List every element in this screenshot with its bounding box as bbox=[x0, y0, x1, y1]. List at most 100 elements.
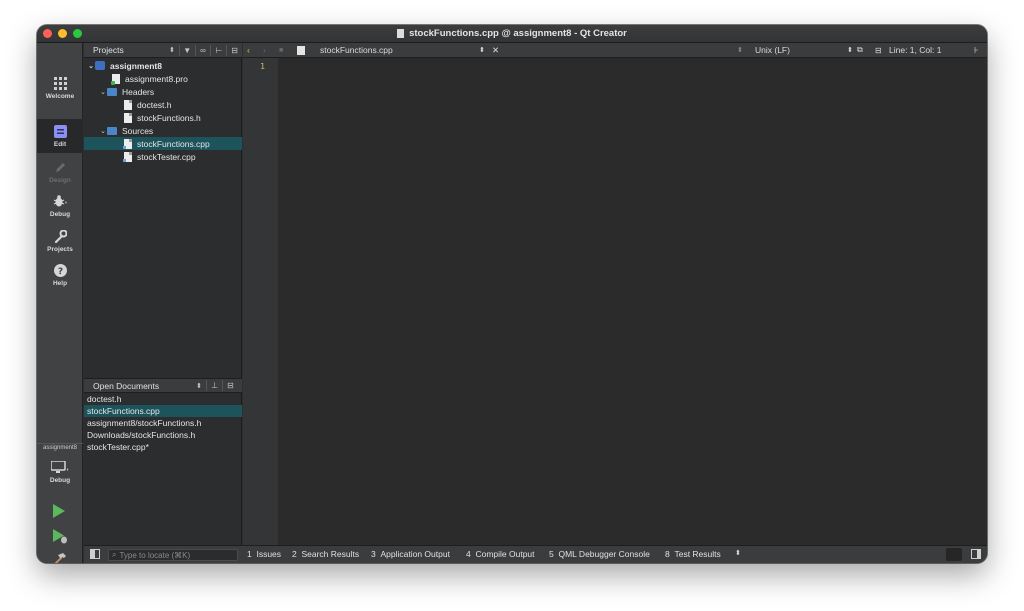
header-file-icon bbox=[124, 112, 132, 123]
mode-selector: Welcome Edit Design Debug Projects ? Hel… bbox=[37, 43, 83, 563]
debug-run-icon bbox=[53, 529, 67, 544]
tree-item-file[interactable]: stockTester.cpp bbox=[84, 150, 242, 163]
output-tab-compile-output[interactable]: 4 Compile Output bbox=[466, 549, 535, 559]
tree-item-file-selected[interactable]: stockFunctions.cpp bbox=[84, 137, 242, 150]
symbols-dropdown-icon[interactable]: ⬍ bbox=[737, 46, 743, 54]
link-icon[interactable]: ∞ bbox=[194, 44, 211, 56]
mode-label: Welcome bbox=[45, 92, 75, 100]
window-title: stockFunctions.cpp @ assignment8 - Qt Cr… bbox=[409, 28, 627, 39]
split-icon[interactable]: ⊢ bbox=[210, 44, 226, 56]
tree-item-label: Headers bbox=[122, 86, 155, 97]
mode-label: Design bbox=[49, 176, 71, 184]
hammer-icon bbox=[54, 553, 66, 563]
mode-debug[interactable]: Debug bbox=[37, 189, 83, 223]
close-pane-icon[interactable]: ⊟ bbox=[222, 380, 238, 391]
qt-creator-window: stockFunctions.cpp @ assignment8 - Qt Cr… bbox=[37, 25, 987, 563]
svg-text:?: ? bbox=[57, 267, 62, 277]
mode-label: Projects bbox=[47, 245, 73, 253]
open-document-item[interactable]: stockTester.cpp* bbox=[84, 441, 242, 453]
project-icon bbox=[95, 61, 105, 70]
mode-projects[interactable]: Projects bbox=[37, 224, 83, 258]
locator-placeholder: Type to locate (⌘K) bbox=[119, 550, 191, 560]
tree-item-label: stockFunctions.cpp bbox=[137, 138, 210, 149]
line-number-gutter: 1 bbox=[243, 58, 278, 545]
tree-item-label: assignment8.pro bbox=[125, 73, 188, 84]
kit-project-label: assignment8 bbox=[42, 445, 78, 451]
window-title-group: stockFunctions.cpp @ assignment8 - Qt Cr… bbox=[397, 28, 627, 39]
chevron-down-icon[interactable]: ⌄ bbox=[99, 127, 107, 135]
output-tab-search-results[interactable]: 2 Search Results bbox=[292, 549, 359, 559]
title-bar: stockFunctions.cpp @ assignment8 - Qt Cr… bbox=[37, 25, 987, 43]
open-document-item[interactable]: doctest.h bbox=[84, 393, 242, 405]
output-tab-qml-debugger-console[interactable]: 5 QML Debugger Console bbox=[549, 549, 650, 559]
locator-input[interactable]: ⌕ Type to locate (⌘K) bbox=[108, 549, 238, 561]
toggle-sidebar-icon[interactable] bbox=[90, 549, 100, 559]
updown-arrows-icon[interactable]: ⬍ bbox=[169, 46, 179, 54]
close-document-icon[interactable]: ✕ bbox=[492, 45, 499, 56]
build-button[interactable] bbox=[51, 553, 67, 563]
output-tab-issues[interactable]: 1 Issues bbox=[247, 549, 281, 559]
run-icon bbox=[53, 504, 65, 518]
filter-icon[interactable]: ▼ bbox=[178, 44, 195, 56]
mode-welcome[interactable]: Welcome bbox=[37, 71, 83, 105]
pro-file-icon bbox=[111, 73, 120, 85]
more-tabs-icon[interactable]: ⬍ bbox=[735, 549, 741, 557]
updown-arrows-icon[interactable]: ⬍ bbox=[196, 382, 206, 390]
open-documents-header: Open Documents ⬍ ⊥ ⊟ bbox=[84, 378, 242, 393]
output-pane-bar: ⌕ Type to locate (⌘K) 1 Issues 2 Search … bbox=[84, 545, 987, 563]
monitor-icon bbox=[51, 460, 69, 473]
grid-icon bbox=[53, 76, 67, 90]
tree-item-file[interactable]: doctest.h bbox=[84, 98, 242, 111]
maximize-window-button[interactable] bbox=[73, 29, 82, 38]
popup-icon[interactable]: ⧉ bbox=[857, 45, 863, 55]
folder-icon bbox=[107, 126, 117, 135]
document-selector[interactable]: stockFunctions.cpp bbox=[320, 45, 393, 55]
back-icon[interactable]: ‹ bbox=[247, 45, 250, 55]
tree-item-sources[interactable]: ⌄ Sources bbox=[84, 124, 242, 137]
tree-item-pro-file[interactable]: assignment8.pro bbox=[84, 72, 242, 85]
tree-item-label: stockTester.cpp bbox=[137, 151, 196, 162]
kit-selector[interactable]: Debug bbox=[37, 455, 83, 489]
help-icon: ? bbox=[53, 263, 67, 277]
open-document-item[interactable]: assignment8/stockFunctions.h bbox=[84, 417, 242, 429]
header-file-icon bbox=[124, 99, 132, 110]
pencil-icon bbox=[55, 162, 65, 172]
updown-arrows-icon[interactable]: ⬍ bbox=[479, 46, 485, 54]
close-window-button[interactable] bbox=[43, 29, 52, 38]
minimize-window-button[interactable] bbox=[58, 29, 67, 38]
mode-edit[interactable]: Edit bbox=[37, 119, 83, 153]
cpp-file-icon bbox=[297, 46, 305, 55]
open-documents-selector[interactable]: Open Documents bbox=[84, 381, 196, 391]
output-tab-application-output[interactable]: 3 Application Output bbox=[371, 549, 450, 559]
mode-label: Debug bbox=[49, 210, 71, 218]
projects-pane-selector[interactable]: Projects bbox=[84, 45, 169, 55]
mode-divider bbox=[37, 443, 83, 444]
editor-toolbar: ‹ › ■ stockFunctions.cpp ⬍ ✕ ⬍ Unix (LF)… bbox=[243, 43, 987, 58]
debug-run-button[interactable] bbox=[52, 529, 68, 549]
line-ending-selector[interactable]: Unix (LF) bbox=[755, 45, 790, 55]
output-pane-toggle-icon[interactable] bbox=[946, 548, 962, 561]
toggle-right-sidebar-icon[interactable] bbox=[971, 549, 981, 559]
cursor-position[interactable]: Line: 1, Col: 1 bbox=[889, 45, 941, 55]
split-icon[interactable]: ⊥ bbox=[206, 380, 222, 391]
chevron-down-icon[interactable]: ⌄ bbox=[99, 88, 107, 96]
mode-label: Help bbox=[52, 279, 68, 287]
chevron-down-icon[interactable]: ⌄ bbox=[87, 62, 95, 70]
output-tab-test-results[interactable]: 8 Test Results bbox=[665, 549, 721, 559]
forward-icon[interactable]: › bbox=[263, 45, 266, 55]
run-button[interactable] bbox=[52, 504, 66, 523]
open-document-item-selected[interactable]: stockFunctions.cpp bbox=[84, 405, 242, 417]
cpp-file-icon bbox=[123, 151, 132, 162]
mode-design[interactable]: Design bbox=[37, 155, 83, 189]
tree-item-file[interactable]: stockFunctions.h bbox=[84, 111, 242, 124]
mode-help[interactable]: ? Help bbox=[37, 258, 83, 292]
tree-item-project[interactable]: ⌄ assignment8 bbox=[84, 59, 242, 72]
tree-item-headers[interactable]: ⌄ Headers bbox=[84, 85, 242, 98]
kit-mode-label: Debug bbox=[49, 476, 71, 484]
split-editor-icon[interactable]: ⊦ bbox=[974, 45, 978, 56]
open-document-item[interactable]: Downloads/stockFunctions.h bbox=[84, 429, 242, 441]
text-editor[interactable] bbox=[278, 58, 987, 545]
updown-arrows-icon[interactable]: ⬍ bbox=[847, 46, 853, 54]
close-pane-icon[interactable]: ⊟ bbox=[226, 44, 242, 56]
split-view-icon[interactable]: ⊟ bbox=[875, 46, 882, 55]
